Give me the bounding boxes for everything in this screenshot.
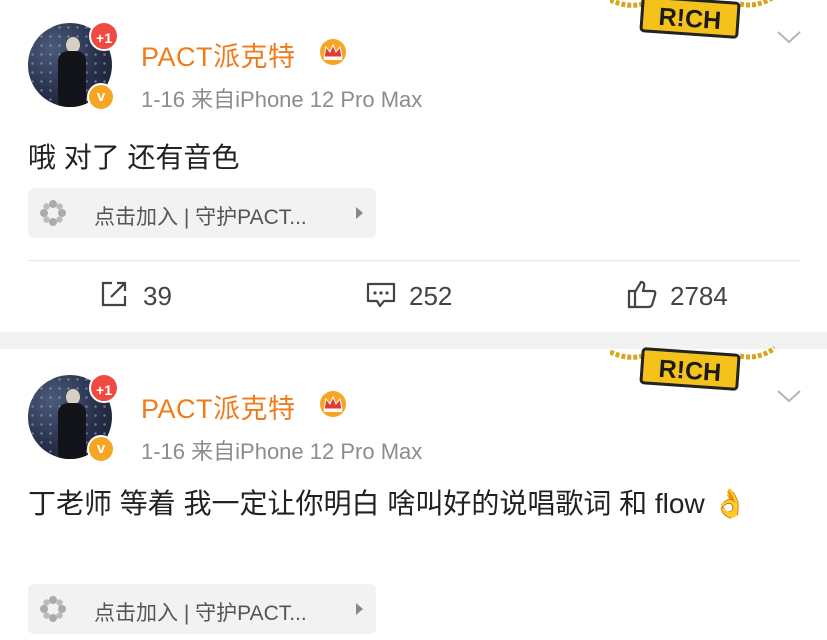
repost-button[interactable]: 39	[99, 279, 189, 313]
post-content: 哦 对了 还有音色	[28, 142, 240, 173]
chevron-down-icon[interactable]	[776, 387, 802, 405]
avatar[interactable]: +1 v	[28, 21, 119, 111]
username[interactable]: PACT派克特	[141, 35, 296, 74]
flower-icon	[40, 200, 66, 226]
fan-group-pill[interactable]: 点击加入 | 守护PACT...	[28, 188, 376, 238]
post-content: 丁老师 等着 我一定让你明白 啥叫好的说唱歌词 和 flow 👌	[28, 488, 748, 519]
avatar[interactable]: +1 v	[28, 373, 119, 463]
username[interactable]: PACT派克特	[141, 387, 296, 426]
fan-group-pill[interactable]: 点击加入 | 守护PACT...	[28, 584, 376, 634]
plus-one-badge: +1	[89, 21, 119, 51]
verified-badge: v	[87, 83, 115, 111]
pill-arrow-icon	[356, 207, 363, 219]
crown-icon[interactable]	[318, 390, 348, 418]
rich-tag-text: R!CH	[658, 355, 722, 387]
rich-chain-icon: R!CH	[610, 0, 774, 39]
flower-icon	[40, 596, 66, 622]
pill-label: 点击加入 | 守护PACT...	[94, 206, 307, 229]
divider	[28, 260, 800, 261]
weibo-post: R!CH +1 v PACT派克特 1-16 来自iPhone 12 Pro M…	[0, 346, 827, 640]
like-button[interactable]: 2784	[626, 279, 746, 313]
chevron-down-icon[interactable]	[776, 28, 802, 46]
comment-button[interactable]: 252	[365, 279, 465, 313]
rich-chain-icon: R!CH	[610, 346, 775, 391]
post-meta: 1-16 来自iPhone 12 Pro Max	[141, 87, 423, 112]
weibo-post: R!CH +1 v PACT派克特 1-16 来自iPhone 12 Pro M…	[0, 0, 827, 332]
post-meta: 1-16 来自iPhone 12 Pro Max	[141, 439, 423, 464]
rich-tag-text: R!CH	[658, 3, 722, 35]
repost-count: 39	[143, 281, 172, 311]
crown-icon[interactable]	[318, 38, 348, 66]
like-icon	[627, 280, 657, 309]
repost-icon	[101, 281, 127, 307]
like-count: 2784	[670, 281, 728, 311]
plus-one-badge: +1	[89, 373, 119, 403]
pill-label: 点击加入 | 守护PACT...	[94, 602, 307, 625]
verified-badge: v	[87, 435, 115, 463]
pill-arrow-icon	[356, 603, 363, 615]
comment-count: 252	[409, 281, 453, 311]
comment-icon	[366, 282, 396, 308]
